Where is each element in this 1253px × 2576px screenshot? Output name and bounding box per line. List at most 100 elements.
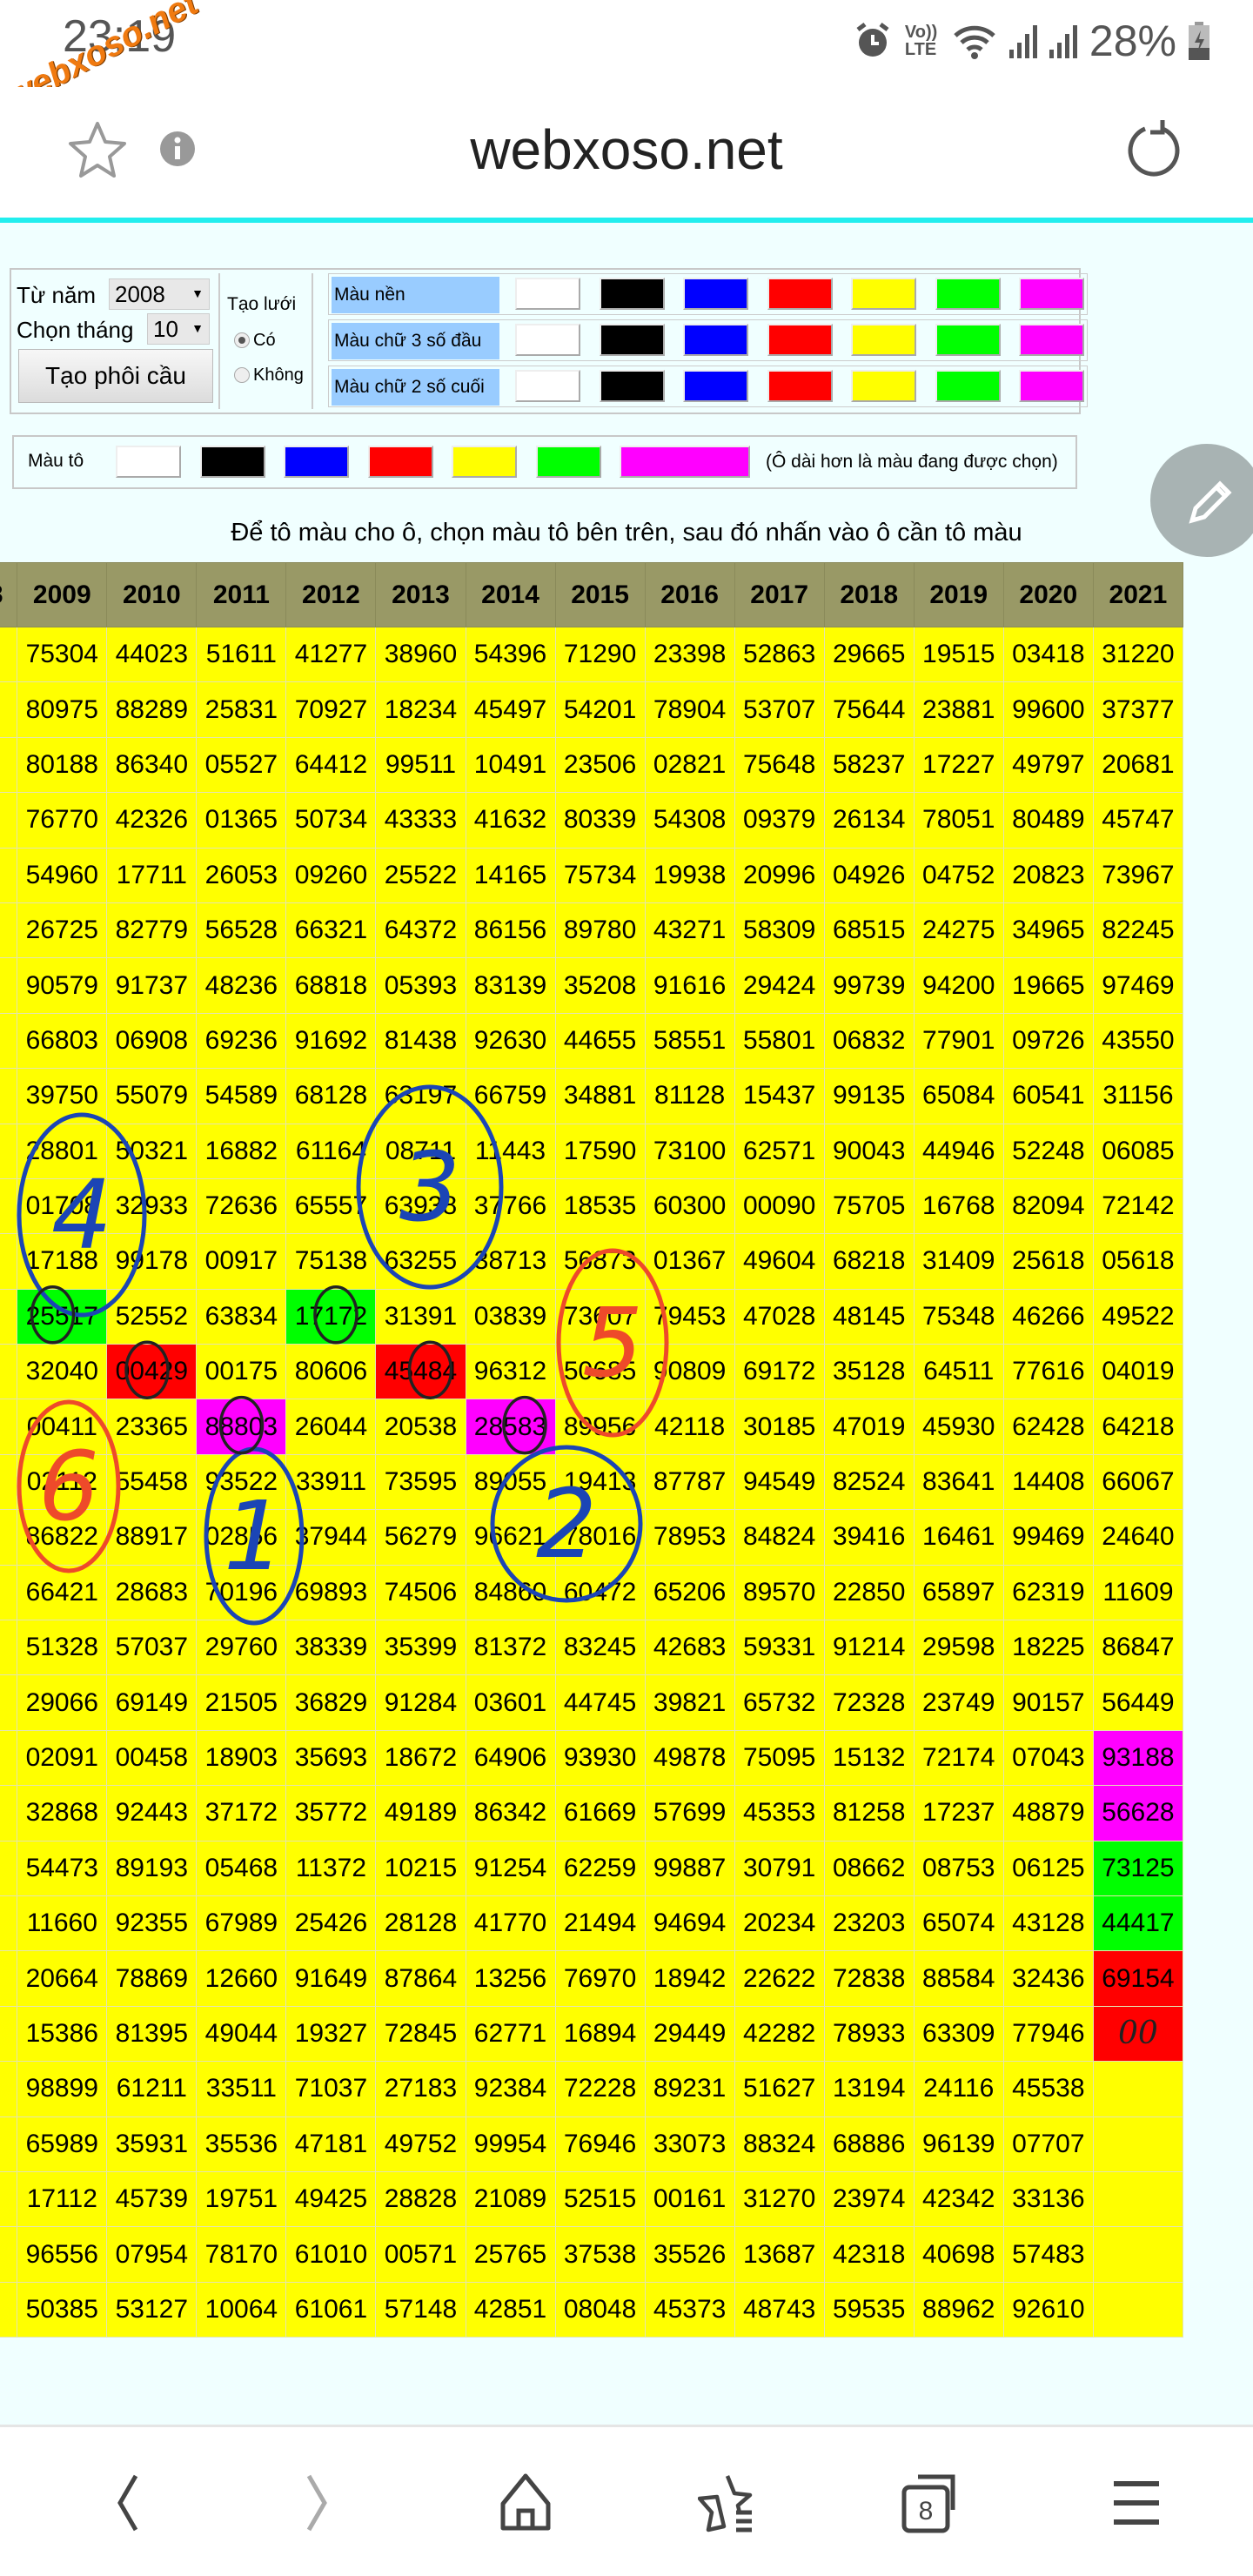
result-cell[interactable]: 25765: [465, 2226, 556, 2283]
result-cell[interactable]: 65989: [17, 2116, 108, 2172]
tabs-button[interactable]: 8: [895, 2472, 965, 2533]
result-cell[interactable]: 22850: [823, 1564, 915, 1621]
color-swatch[interactable]: [1019, 278, 1084, 310]
result-cell[interactable]: 89231: [644, 2061, 735, 2117]
back-button[interactable]: [92, 2472, 162, 2533]
result-cell[interactable]: 20664: [17, 1950, 108, 2007]
result-cell[interactable]: 47028: [734, 1288, 825, 1345]
result-cell[interactable]: 99954: [465, 2116, 556, 2172]
result-cell[interactable]: 45353: [734, 1785, 825, 1841]
result-cell[interactable]: 16882: [196, 1123, 287, 1179]
result-cell[interactable]: 44023: [106, 626, 198, 683]
result-cell[interactable]: 69172: [734, 1344, 825, 1400]
result-cell[interactable]: 53707: [734, 681, 825, 738]
result-cell[interactable]: 45373: [644, 2281, 735, 2338]
result-cell[interactable]: 91616: [644, 957, 735, 1014]
result-cell[interactable]: 02091: [17, 1729, 108, 1787]
result-cell[interactable]: 08662: [823, 1840, 915, 1896]
result-cell[interactable]: 73595: [375, 1453, 466, 1511]
color-swatch[interactable]: [1019, 324, 1084, 356]
grid-no-radio[interactable]: [234, 367, 250, 383]
result-cell[interactable]: 23974: [823, 2170, 915, 2228]
result-cell[interactable]: 96139: [913, 2116, 1004, 2172]
color-swatch[interactable]: [851, 278, 916, 310]
result-cell[interactable]: 74506: [375, 1564, 466, 1621]
result-cell[interactable]: 28828: [375, 2170, 466, 2228]
result-cell[interactable]: 28683: [106, 1564, 198, 1621]
result-cell-highlighted[interactable]: 00429: [106, 1344, 198, 1400]
result-cell[interactable]: 72228: [554, 2061, 646, 2117]
result-cell[interactable]: 00411: [17, 1399, 108, 1455]
result-cell[interactable]: 05618: [1092, 1233, 1184, 1290]
result-cell[interactable]: 81395: [106, 2005, 198, 2063]
result-cell[interactable]: 01365: [196, 792, 287, 849]
result-cell[interactable]: 10215: [375, 1840, 466, 1896]
result-cell[interactable]: 4: [0, 1012, 18, 1070]
reload-icon[interactable]: [1124, 118, 1185, 179]
result-cell[interactable]: 61164: [285, 1123, 377, 1179]
result-cell[interactable]: 34965: [1002, 902, 1094, 959]
result-cell[interactable]: 27183: [375, 2061, 466, 2117]
result-cell[interactable]: 79453: [644, 1288, 735, 1345]
result-cell[interactable]: 93522: [196, 1453, 287, 1511]
result-cell[interactable]: 43128: [1002, 1895, 1094, 1952]
result-cell[interactable]: 62771: [465, 2005, 556, 2063]
result-cell[interactable]: 61061: [285, 2281, 377, 2338]
result-cell[interactable]: 07954: [106, 2226, 198, 2283]
result-cell[interactable]: 35399: [375, 1620, 466, 1676]
result-cell[interactable]: 18535: [554, 1177, 646, 1235]
result-cell[interactable]: 49522: [1092, 1288, 1184, 1345]
result-cell[interactable]: 75095: [734, 1729, 825, 1787]
edit-fab-button[interactable]: [1150, 444, 1253, 557]
result-cell[interactable]: 13256: [465, 1950, 556, 2007]
result-cell[interactable]: 4: [0, 1840, 18, 1896]
result-cell[interactable]: 2: [0, 1620, 18, 1676]
result-cell[interactable]: 78170: [196, 2226, 287, 2283]
result-cell[interactable]: [1092, 2170, 1184, 2228]
create-grid-button[interactable]: Tạo phôi cầu: [18, 349, 213, 403]
result-cell-highlighted[interactable]: 69154: [1092, 1950, 1184, 2007]
result-cell[interactable]: 78016: [554, 1509, 646, 1566]
result-cell[interactable]: 78051: [913, 792, 1004, 849]
result-cell[interactable]: 24640: [1092, 1509, 1184, 1566]
result-cell[interactable]: 06832: [823, 1012, 915, 1070]
result-cell[interactable]: 32436: [1002, 1950, 1094, 2007]
result-cell[interactable]: 24275: [913, 902, 1004, 959]
result-cell[interactable]: 58551: [644, 1012, 735, 1070]
result-cell[interactable]: 38339: [285, 1620, 377, 1676]
result-cell[interactable]: 26134: [823, 792, 915, 849]
result-cell[interactable]: 33911: [285, 1453, 377, 1511]
result-cell-highlighted[interactable]: 45484: [375, 1344, 466, 1400]
result-cell[interactable]: 54308: [644, 792, 735, 849]
result-cell[interactable]: 6: [0, 2005, 18, 2063]
result-cell[interactable]: 75304: [17, 626, 108, 683]
result-cell[interactable]: 29760: [196, 1620, 287, 1676]
result-cell[interactable]: 90157: [1002, 1674, 1094, 1731]
result-cell[interactable]: 56449: [1092, 1674, 1184, 1731]
result-cell[interactable]: 49044: [196, 2005, 287, 2063]
result-cell[interactable]: 93930: [554, 1729, 646, 1787]
result-cell[interactable]: 80975: [17, 681, 108, 738]
result-cell[interactable]: 97469: [1092, 957, 1184, 1014]
paint-swatch[interactable]: [116, 446, 181, 478]
result-cell[interactable]: 82245: [1092, 902, 1184, 959]
result-cell[interactable]: 04926: [823, 847, 915, 903]
result-cell[interactable]: 0: [0, 1674, 18, 1731]
result-cell[interactable]: 08753: [913, 1840, 1004, 1896]
result-cell[interactable]: 31391: [375, 1288, 466, 1345]
result-cell[interactable]: 07707: [1002, 2116, 1094, 2172]
paint-swatch[interactable]: [452, 446, 517, 478]
result-cell[interactable]: 58237: [823, 736, 915, 794]
result-cell[interactable]: 72845: [375, 2005, 466, 2063]
color-swatch[interactable]: [1019, 370, 1084, 402]
result-cell[interactable]: 88962: [913, 2281, 1004, 2338]
result-cell[interactable]: 48145: [823, 1288, 915, 1345]
result-cell[interactable]: 04752: [913, 847, 1004, 903]
result-cell[interactable]: 16894: [554, 2005, 646, 2063]
color-swatch[interactable]: [515, 370, 580, 402]
result-cell[interactable]: 13687: [734, 2226, 825, 2283]
result-cell[interactable]: 28128: [375, 1895, 466, 1952]
result-cell[interactable]: 47019: [823, 1399, 915, 1455]
result-cell[interactable]: 83139: [465, 957, 556, 1014]
result-cell[interactable]: 21089: [465, 2170, 556, 2228]
